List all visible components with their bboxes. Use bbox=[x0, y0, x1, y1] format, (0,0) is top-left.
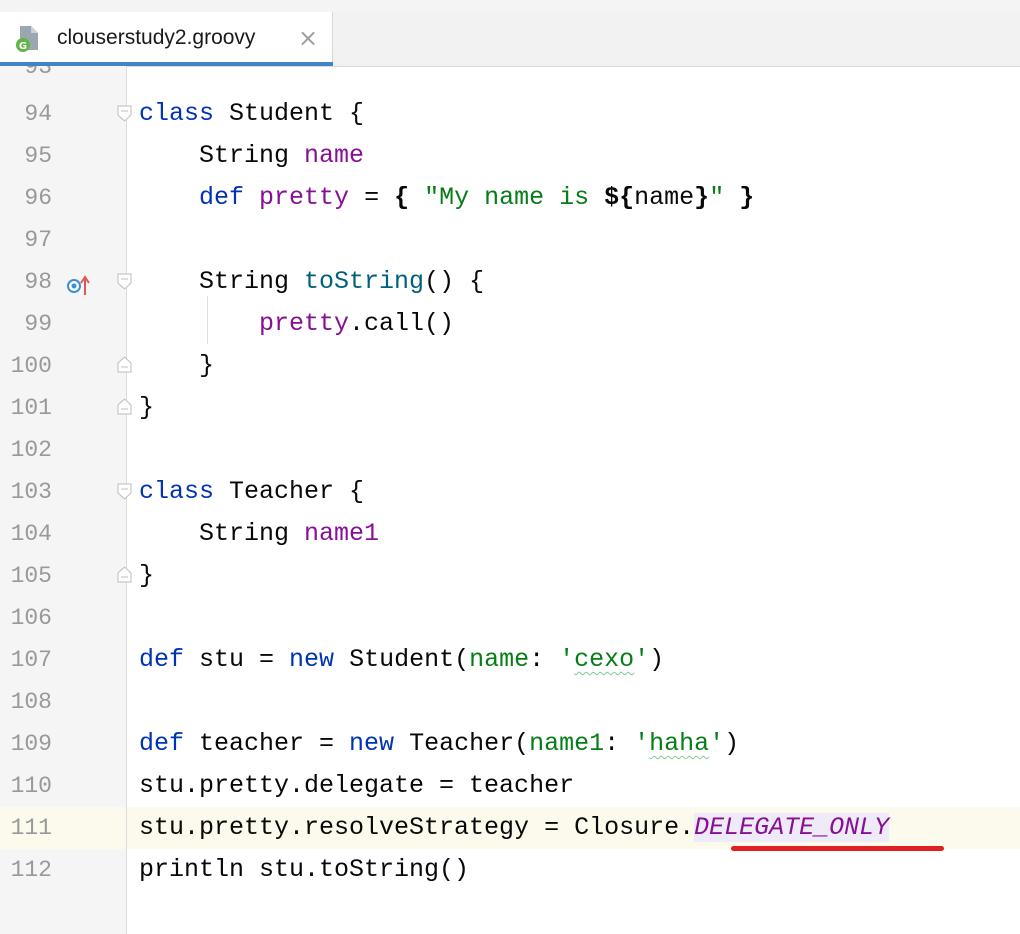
code-line: 108 bbox=[0, 681, 1020, 723]
line-number: 109 bbox=[10, 731, 52, 757]
code-text: String name1 bbox=[139, 519, 380, 548]
override-method-icon[interactable] bbox=[66, 273, 92, 299]
line-number: 103 bbox=[10, 479, 52, 505]
code-line: 105 } bbox=[0, 555, 1020, 597]
code-line: 112 println stu.toString() bbox=[0, 849, 1020, 891]
code-text: String name bbox=[139, 141, 365, 170]
line-number: 94 bbox=[24, 101, 52, 127]
fold-end-icon[interactable] bbox=[117, 397, 132, 415]
code-line: 110 stu.pretty.delegate = teacher bbox=[0, 765, 1020, 807]
code-line: 98 String toString() { bbox=[0, 261, 1020, 303]
code-text: def pretty = { "My name is ${name}" } bbox=[199, 183, 755, 212]
line-number: 96 bbox=[24, 185, 52, 211]
line-number: 110 bbox=[10, 773, 52, 799]
fold-start-icon[interactable] bbox=[117, 273, 132, 291]
fold-end-icon[interactable] bbox=[117, 565, 132, 583]
close-icon[interactable]: × bbox=[298, 24, 318, 52]
code-line: 97 bbox=[0, 219, 1020, 261]
fold-start-icon[interactable] bbox=[117, 483, 132, 501]
fold-end-icon[interactable] bbox=[117, 355, 132, 373]
code-text: stu.pretty.resolveStrategy = Closure.DEL… bbox=[139, 813, 890, 842]
tab-clouserstudy2-groovy[interactable]: G clouserstudy2.groovy × bbox=[0, 12, 333, 66]
code-text: class Student { bbox=[139, 99, 365, 128]
fold-start-icon[interactable] bbox=[117, 105, 132, 123]
code-line: 102 bbox=[0, 429, 1020, 471]
code-text: println stu.toString() bbox=[139, 855, 470, 884]
line-number: 98 bbox=[24, 269, 52, 295]
groovy-file-icon: G bbox=[16, 26, 38, 52]
line-number: 104 bbox=[10, 521, 52, 547]
code-line: 101 } bbox=[0, 387, 1020, 429]
annotation-underline bbox=[731, 846, 944, 851]
code-line: 93 bbox=[0, 66, 1020, 88]
line-number: 93 bbox=[24, 66, 52, 80]
code-editor[interactable]: 93 94 class Student { 95 String name 96 … bbox=[0, 66, 1020, 934]
code-line: 107 def stu = new Student(name: 'cexo') bbox=[0, 639, 1020, 681]
code-text: pretty.call() bbox=[259, 309, 455, 338]
code-text: def teacher = new Teacher(name1: 'haha') bbox=[139, 729, 740, 758]
current-code-line: 111 stu.pretty.resolveStrategy = Closure… bbox=[0, 807, 1020, 849]
line-number: 105 bbox=[10, 563, 52, 589]
line-number: 101 bbox=[10, 395, 52, 421]
line-number: 102 bbox=[10, 437, 52, 463]
line-number: 100 bbox=[10, 353, 52, 379]
indent-guide bbox=[207, 296, 208, 344]
line-number: 112 bbox=[10, 857, 52, 883]
line-number: 97 bbox=[24, 227, 52, 253]
code-line: 95 String name bbox=[0, 135, 1020, 177]
code-text: } bbox=[139, 393, 155, 422]
code-text: class Teacher { bbox=[139, 477, 365, 506]
line-number: 111 bbox=[10, 815, 52, 841]
code-text: def stu = new Student(name: 'cexo') bbox=[139, 645, 665, 674]
code-line: 104 String name1 bbox=[0, 513, 1020, 555]
code-text: stu.pretty.delegate = teacher bbox=[139, 771, 575, 800]
code-line: 96 def pretty = { "My name is ${name}" } bbox=[0, 177, 1020, 219]
code-line: 106 bbox=[0, 597, 1020, 639]
code-line: 109 def teacher = new Teacher(name1: 'ha… bbox=[0, 723, 1020, 765]
svg-text:G: G bbox=[19, 41, 27, 52]
code-text: } bbox=[139, 351, 215, 380]
code-line: 103 class Teacher { bbox=[0, 471, 1020, 513]
constant-delegate-only: DELEGATE_ONLY bbox=[694, 813, 890, 842]
editor-tab-bar: G clouserstudy2.groovy × bbox=[0, 12, 1020, 67]
line-number: 107 bbox=[10, 647, 52, 673]
line-number: 99 bbox=[24, 311, 52, 337]
line-number: 106 bbox=[10, 605, 52, 631]
code-text: String toString() { bbox=[139, 267, 485, 296]
code-line: 94 class Student { bbox=[0, 93, 1020, 135]
line-number: 108 bbox=[10, 689, 52, 715]
line-number: 95 bbox=[24, 143, 52, 169]
code-line: 99 pretty.call() bbox=[0, 303, 1020, 345]
code-line: 100 } bbox=[0, 345, 1020, 387]
code-text: } bbox=[139, 561, 155, 590]
tab-label: clouserstudy2.groovy bbox=[57, 26, 256, 49]
